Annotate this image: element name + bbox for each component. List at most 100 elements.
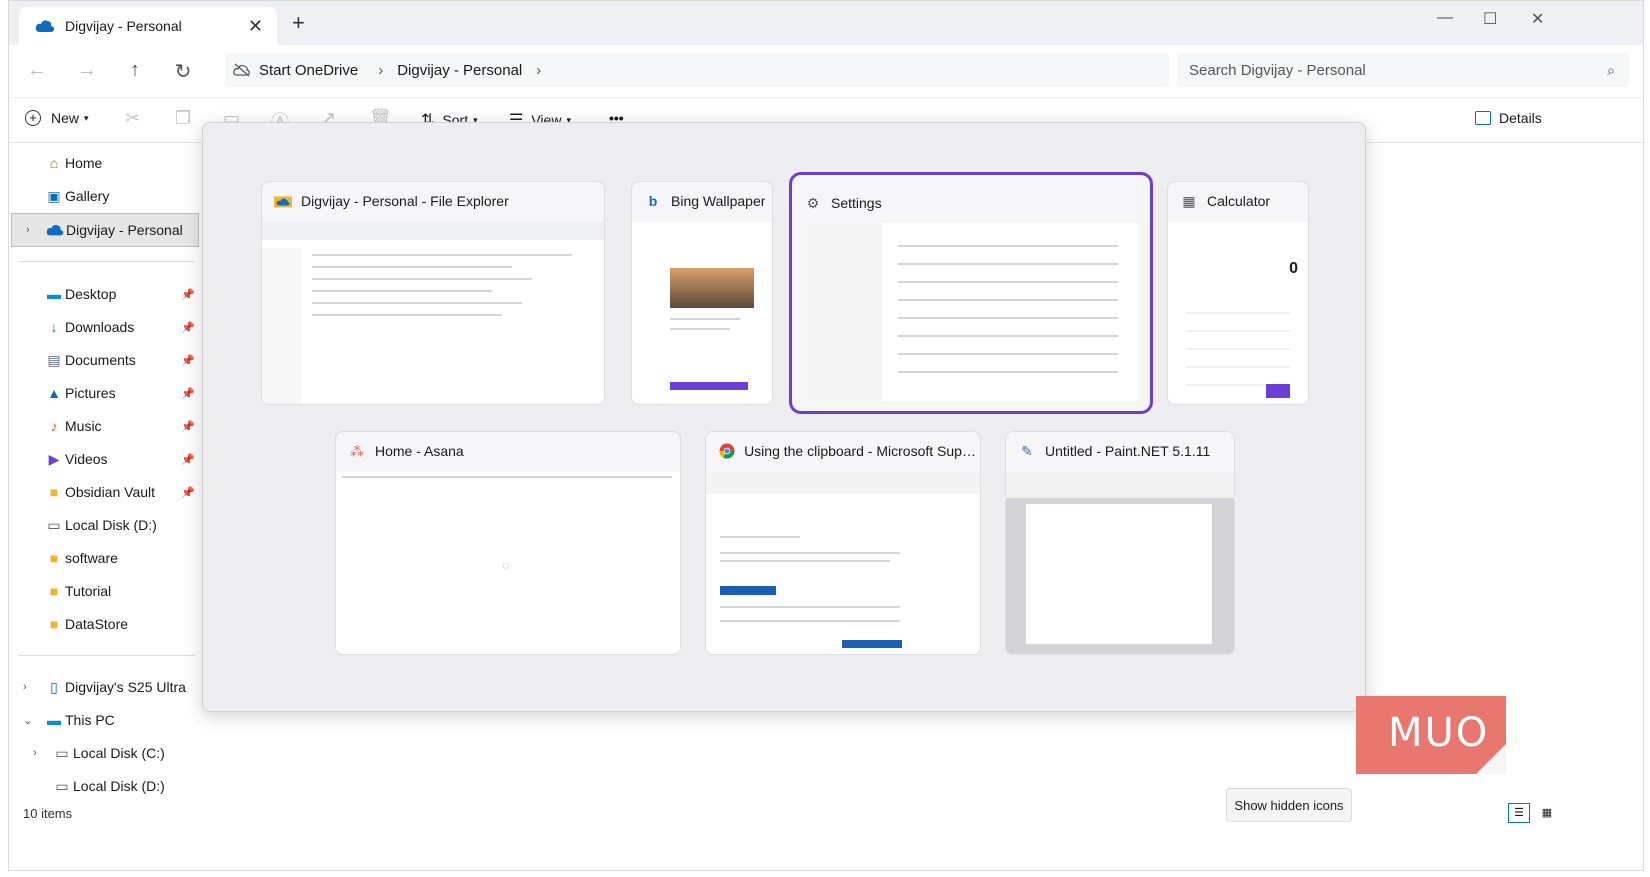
pin-icon[interactable]: 📌 xyxy=(181,354,195,367)
home-icon: ⌂ xyxy=(49,155,59,171)
sidebar-item-documents[interactable]: ▤ Documents 📌 xyxy=(9,344,199,376)
sidebar-item-gallery[interactable]: ▣ Gallery xyxy=(9,180,199,212)
sidebar-item-datastore[interactable]: ■ DataStore xyxy=(9,608,199,640)
chevron-right-icon[interactable]: › xyxy=(23,681,27,693)
muo-watermark-text: MUO xyxy=(1388,710,1490,756)
refresh-icon[interactable]: ↻ xyxy=(171,59,195,84)
task-card-thumbnail xyxy=(632,222,772,404)
sidebar-item-home[interactable]: ⌂ Home xyxy=(9,147,199,179)
sidebar-item-digvijay-personal[interactable]: › Digvijay - Personal xyxy=(11,213,199,247)
pin-icon[interactable]: 📌 xyxy=(181,420,195,433)
sidebar-item-this-pc[interactable]: ⌄ ▬ This PC xyxy=(9,704,199,736)
chevron-down-icon[interactable]: ⌄ xyxy=(23,714,32,727)
task-card-chrome-clipboard[interactable]: Using the clipboard - Microsoft Suppor..… xyxy=(705,431,981,655)
desktop-icon: ▬ xyxy=(47,286,61,302)
task-card-calculator[interactable]: ▦ Calculator 0 xyxy=(1167,181,1309,405)
sidebar-item-phone[interactable]: › ▯ Digvijay's S25 Ultra xyxy=(9,671,199,703)
divider xyxy=(19,261,195,262)
sidebar-item-local-disk-d-pc[interactable]: ▭ Local Disk (D:) xyxy=(9,770,199,802)
bing-icon: b xyxy=(648,193,658,209)
asana-icon: ⁂ xyxy=(350,442,364,459)
sidebar-item-local-disk-c[interactable]: › ▭ Local Disk (C:) xyxy=(9,737,199,769)
explorer-tab[interactable]: Digvijay - Personal ✕ xyxy=(19,7,277,45)
sidebar-item-label: Desktop xyxy=(65,286,117,302)
task-card-bing-wallpaper[interactable]: b Bing Wallpaper xyxy=(631,181,773,405)
search-icon[interactable]: ⌕ xyxy=(1607,62,1615,79)
sidebar-item-music[interactable]: ♪ Music 📌 xyxy=(9,410,199,442)
task-card-header: Digvijay - Personal - File Explorer xyxy=(262,182,604,220)
breadcrumb-separator[interactable]: › xyxy=(536,62,541,79)
chrome-icon xyxy=(718,442,735,460)
tab-title: Digvijay - Personal xyxy=(65,18,182,34)
details-pane-icon xyxy=(1475,111,1491,125)
breadcrumb-start-onedrive[interactable]: Start OneDrive xyxy=(259,62,358,79)
search-placeholder[interactable]: Search Digvijay - Personal xyxy=(1189,62,1366,79)
sidebar-item-desktop[interactable]: ▬ Desktop 📌 xyxy=(9,278,199,310)
drive-icon: ▭ xyxy=(47,517,61,533)
sidebar-item-downloads[interactable]: ↓ Downloads 📌 xyxy=(9,311,199,343)
pin-icon[interactable]: 📌 xyxy=(181,486,195,499)
task-card-header: ⚙ Settings xyxy=(792,184,1150,222)
details-view-toggle-icon[interactable]: ☰ xyxy=(1508,803,1530,823)
task-card-title: Settings xyxy=(831,195,882,211)
task-card-asana[interactable]: ⁂ Home - Asana ◌ xyxy=(335,431,681,655)
folder-icon: ■ xyxy=(49,484,59,500)
chevron-right-icon[interactable]: › xyxy=(26,224,30,236)
pin-icon[interactable]: 📌 xyxy=(181,288,195,301)
sidebar-item-pictures[interactable]: ▲ Pictures 📌 xyxy=(9,377,199,409)
calculator-display: 0 xyxy=(1289,260,1298,277)
sidebar-item-label: Videos xyxy=(65,451,108,467)
sidebar-item-local-disk-d[interactable]: ▭ Local Disk (D:) xyxy=(9,509,199,541)
sidebar-item-tutorial[interactable]: ■ Tutorial xyxy=(9,575,199,607)
back-arrow-icon[interactable]: ← xyxy=(25,59,49,82)
task-view-overlay: Digvijay - Personal - File Explorer b Bi… xyxy=(202,122,1366,712)
breadcrumb-digvijay-personal[interactable]: Digvijay - Personal xyxy=(397,62,522,79)
onedrive-icon xyxy=(35,20,55,32)
task-card-title: Untitled - Paint.NET 5.1.11 xyxy=(1045,443,1211,459)
cut-icon[interactable]: ✂ xyxy=(125,108,140,129)
task-card-paintnet[interactable]: ✎ Untitled - Paint.NET 5.1.11 xyxy=(1005,431,1235,655)
task-card-thumbnail: ◌ xyxy=(336,472,680,654)
copy-icon[interactable]: ❐ xyxy=(175,108,191,129)
sidebar-item-software[interactable]: ■ software xyxy=(9,542,199,574)
minimize-button[interactable]: — xyxy=(1437,9,1453,27)
sidebar-item-label: Home xyxy=(65,155,103,171)
task-card-header: ▦ Calculator xyxy=(1168,182,1308,220)
pin-icon[interactable]: 📌 xyxy=(181,321,195,334)
details-button[interactable]: Details xyxy=(1475,110,1542,126)
task-card-header: b Bing Wallpaper xyxy=(632,182,772,220)
sidebar-item-label: Local Disk (D:) xyxy=(73,778,165,794)
search-box[interactable]: Search Digvijay - Personal ⌕ xyxy=(1177,53,1629,87)
sidebar-item-label: Documents xyxy=(65,352,136,368)
tiles-view-toggle-icon[interactable]: ▦ xyxy=(1536,803,1558,823)
sidebar-item-obsidian-vault[interactable]: ■ Obsidian Vault 📌 xyxy=(9,476,199,508)
chevron-right-icon[interactable]: › xyxy=(33,747,37,759)
task-card-settings[interactable]: ⚙ Settings xyxy=(789,172,1153,414)
task-card-header: Using the clipboard - Microsoft Suppor..… xyxy=(706,432,980,470)
pin-icon[interactable]: 📌 xyxy=(181,387,195,400)
task-card-thumbnail xyxy=(802,223,1138,401)
sidebar-item-videos[interactable]: ▶ Videos 📌 xyxy=(9,443,199,475)
task-card-thumbnail xyxy=(706,472,980,654)
close-button[interactable]: ✕ xyxy=(1531,9,1544,29)
new-tab-button[interactable]: + xyxy=(292,12,305,34)
maximize-button[interactable]: ☐ xyxy=(1483,9,1497,29)
forward-arrow-icon[interactable]: → xyxy=(75,59,99,82)
sidebar-item-label: Digvijay's S25 Ultra xyxy=(65,679,186,695)
sidebar-item-label: Tutorial xyxy=(65,583,112,599)
download-icon: ↓ xyxy=(50,319,58,335)
pin-icon[interactable]: 📌 xyxy=(181,453,195,466)
drive-icon: ▭ xyxy=(55,745,69,761)
tab-close-icon[interactable]: ✕ xyxy=(248,16,263,37)
sidebar-item-label: This PC xyxy=(65,712,115,728)
task-card-file-explorer[interactable]: Digvijay - Personal - File Explorer xyxy=(261,181,605,405)
sidebar-item-label: Obsidian Vault xyxy=(65,484,156,500)
sidebar-item-label: Downloads xyxy=(65,319,135,335)
drive-icon: ▭ xyxy=(55,778,69,794)
up-arrow-icon[interactable]: ↑ xyxy=(123,59,147,82)
address-bar[interactable]: Start OneDrive › Digvijay - Personal › xyxy=(225,53,1169,87)
new-label: New xyxy=(51,110,80,126)
task-card-thumbnail: 0 xyxy=(1168,222,1308,404)
breadcrumb-separator[interactable]: › xyxy=(378,62,383,79)
new-button[interactable]: + New ▾ xyxy=(25,110,89,126)
